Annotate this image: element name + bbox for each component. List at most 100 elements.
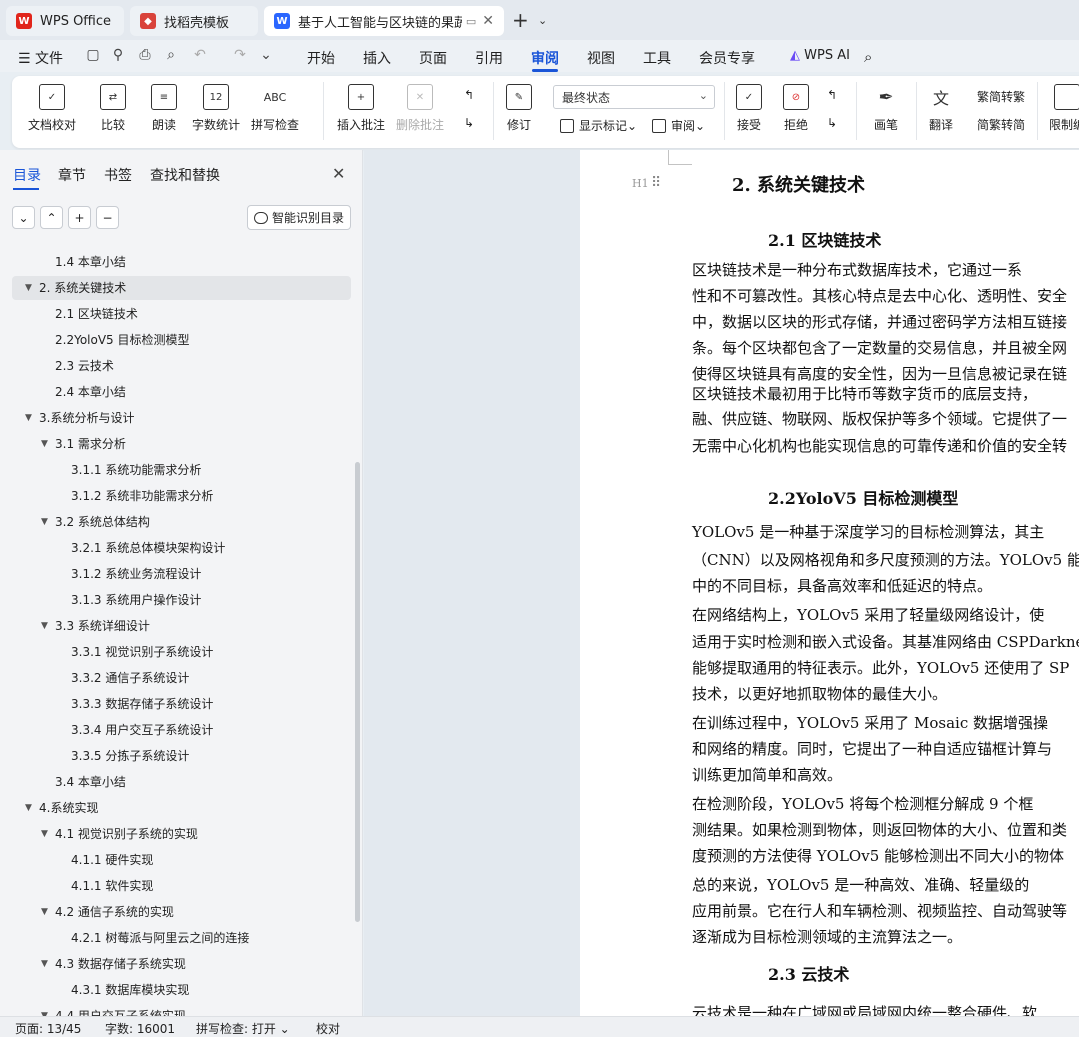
toc-item[interactable]: ▼ 2. 系统关键技术 xyxy=(12,276,351,300)
share-icon[interactable]: ⚲ xyxy=(110,47,126,63)
restrict-edit-button[interactable]: 限制编 xyxy=(1049,84,1079,133)
toc-item[interactable]: 3.1.2 系统非功能需求分析 xyxy=(12,484,351,508)
toc-item[interactable]: ▼ 3.3 系统详细设计 xyxy=(12,614,351,638)
toc-item[interactable]: 3.2.1 系统总体模块架构设计 xyxy=(12,536,351,560)
accept-button[interactable]: ✓ 接受 xyxy=(736,84,762,133)
tab-bookmarks[interactable]: 书签 xyxy=(104,165,132,185)
chevron-down-icon[interactable]: ⌄ xyxy=(538,14,547,27)
search-icon[interactable]: ⌕ xyxy=(864,48,872,66)
insert-comment-button[interactable]: + 插入批注 xyxy=(337,84,385,133)
next-comment-icon[interactable]: ↳ xyxy=(464,116,474,130)
word-count-indicator[interactable]: 字数: 16001 xyxy=(105,1020,175,1037)
tab-toc[interactable]: 目录 xyxy=(13,165,41,185)
drag-handle-icon[interactable]: ⠿ xyxy=(651,175,661,191)
tab-chapters[interactable]: 章节 xyxy=(58,165,86,185)
toc-item[interactable]: ▼ 4.系统实现 xyxy=(12,796,351,820)
prev-comment-icon[interactable]: ↰ xyxy=(464,88,474,102)
toc-item[interactable]: 3.4 本章小结 xyxy=(12,770,351,794)
doc-check-button[interactable]: ✓ 文档校对 xyxy=(28,84,76,133)
add-heading-button[interactable]: + xyxy=(68,206,91,229)
toc-item[interactable]: 3.3.4 用户交互子系统设计 xyxy=(12,718,351,742)
menu-reference[interactable]: 引用 xyxy=(475,48,503,68)
toc-item[interactable]: 3.1.2 系统业务流程设计 xyxy=(12,562,351,586)
show-marks-button[interactable]: 显示标记 ⌄ xyxy=(560,117,637,134)
close-tab-icon[interactable]: ✕ xyxy=(482,13,494,29)
toc-item[interactable]: ▼ 3.2 系统总体结构 xyxy=(12,510,351,534)
expand-arrow-icon[interactable]: ▼ xyxy=(41,900,48,924)
sidebar-scrollbar[interactable] xyxy=(355,462,360,922)
menu-review[interactable]: 审阅 xyxy=(531,48,559,68)
delete-comment-button[interactable]: ✕ 删除批注 xyxy=(396,84,444,133)
toc-item[interactable]: 3.3.2 通信子系统设计 xyxy=(12,666,351,690)
more-chevron-icon[interactable]: ⌄ xyxy=(258,47,274,63)
revise-button[interactable]: ✎ 修订 xyxy=(506,84,532,133)
page-indicator[interactable]: 页面: 13/45 xyxy=(15,1020,81,1037)
toc-item[interactable]: 1.4 本章小结 xyxy=(12,250,351,274)
redo-icon[interactable]: ↷ xyxy=(232,47,248,63)
toc-item[interactable]: 3.1.3 系统用户操作设计 xyxy=(12,588,351,612)
read-aloud-button[interactable]: ≡ 朗读 xyxy=(151,84,177,133)
menu-tools[interactable]: 工具 xyxy=(643,48,671,68)
proofread-button[interactable]: 校对 xyxy=(316,1020,340,1037)
expand-arrow-icon[interactable]: ▼ xyxy=(41,510,48,534)
undo-icon[interactable]: ↶ xyxy=(192,47,208,63)
expand-arrow-icon[interactable]: ▼ xyxy=(41,952,48,976)
expand-arrow-icon[interactable]: ▼ xyxy=(25,406,32,430)
compare-button[interactable]: ⇄ 比较 xyxy=(100,84,126,133)
toc-item[interactable]: 2.4 本章小结 xyxy=(12,380,351,404)
menu-insert[interactable]: 插入 xyxy=(363,48,391,68)
smart-toc-button[interactable]: 智能识别目录 xyxy=(247,205,351,230)
collapse-up-button[interactable]: ⌃ xyxy=(40,206,63,229)
toc-item[interactable]: 2.2YoloV5 目标检测模型 xyxy=(12,328,351,352)
toc-item[interactable]: 4.2.1 树莓派与阿里云之间的连接 xyxy=(12,926,351,950)
word-count-button[interactable]: 12 字数统计 xyxy=(192,84,240,133)
pen-button[interactable]: ✒ 画笔 xyxy=(873,84,899,133)
review-pane-button[interactable]: 审阅 ⌄ xyxy=(652,117,705,134)
expand-arrow-icon[interactable]: ▼ xyxy=(41,432,48,456)
document-page[interactable]: H1 ⠿ 2. 系统关键技术 2.1 区块链技术 区块链技术是一种分布式数据库技… xyxy=(580,150,1079,1016)
new-tab-icon[interactable]: + xyxy=(512,10,529,30)
toc-item[interactable]: 2.1 区块链技术 xyxy=(12,302,351,326)
toc-item[interactable]: ▼ 3.1 需求分析 xyxy=(12,432,351,456)
menu-page[interactable]: 页面 xyxy=(419,48,447,68)
toc-item[interactable]: 3.3.1 视觉识别子系统设计 xyxy=(12,640,351,664)
toc-item[interactable]: ▼ 4.3 数据存储子系统实现 xyxy=(12,952,351,976)
toc-item[interactable]: ▼ 3.系统分析与设计 xyxy=(12,406,351,430)
toc-item[interactable]: 4.1.1 硬件实现 xyxy=(12,848,351,872)
expand-arrow-icon[interactable]: ▼ xyxy=(41,614,48,638)
expand-down-button[interactable]: ⌄ xyxy=(12,206,35,229)
next-change-icon[interactable]: ↳ xyxy=(827,116,837,130)
save-icon[interactable]: ▢ xyxy=(85,47,101,63)
toc-item[interactable]: 4.3.1 数据库模块实现 xyxy=(12,978,351,1002)
spell-check-status[interactable]: 拼写检查: 打开 ⌄ xyxy=(196,1020,290,1037)
prev-change-icon[interactable]: ↰ xyxy=(827,88,837,102)
wps-ai-button[interactable]: ◭ WPS AI xyxy=(790,48,850,63)
toc-item[interactable]: ▼ 4.2 通信子系统的实现 xyxy=(12,900,351,924)
tab-wps-office[interactable]: W WPS Office xyxy=(6,6,124,36)
menu-view[interactable]: 视图 xyxy=(587,48,615,68)
reject-button[interactable]: ⊘ 拒绝 xyxy=(783,84,809,133)
toc-item[interactable]: 3.3.3 数据存储子系统设计 xyxy=(12,692,351,716)
to-traditional-button[interactable]: 繁 简转繁 xyxy=(977,88,1025,105)
tab-find-replace[interactable]: 查找和替换 xyxy=(150,165,220,185)
translate-button[interactable]: 文翻译 xyxy=(928,84,954,133)
menu-start[interactable]: 开始 xyxy=(307,48,335,68)
print-preview-icon[interactable]: ⌕ xyxy=(163,47,179,63)
to-simplified-button[interactable]: 简 繁转简 xyxy=(977,116,1025,133)
toc-item[interactable]: 4.1.1 软件实现 xyxy=(12,874,351,898)
remove-heading-button[interactable]: − xyxy=(96,206,119,229)
toc-item[interactable]: 3.1.1 系统功能需求分析 xyxy=(12,458,351,482)
print-icon[interactable]: ⎙ xyxy=(137,47,153,63)
tab-docer-templates[interactable]: ◆ 找稻壳模板 xyxy=(130,6,258,36)
expand-arrow-icon[interactable]: ▼ xyxy=(25,796,32,820)
final-state-select[interactable]: 最终状态 ⌄ xyxy=(553,85,715,109)
expand-arrow-icon[interactable]: ▼ xyxy=(41,822,48,846)
toc-item[interactable]: 2.3 云技术 xyxy=(12,354,351,378)
toc-item[interactable]: 3.3.5 分拣子系统设计 xyxy=(12,744,351,768)
menu-member[interactable]: 会员专享 xyxy=(699,48,755,68)
tab-current-document[interactable]: W 基于人工智能与区块链的果蔬 ▭ ✕ xyxy=(264,6,504,36)
toc-item[interactable]: ▼ 4.1 视觉识别子系统的实现 xyxy=(12,822,351,846)
close-icon[interactable]: ✕ xyxy=(332,164,345,183)
spell-check-button[interactable]: ABC 拼写检查 xyxy=(251,84,299,133)
file-menu[interactable]: ☰ 文件 xyxy=(18,48,63,68)
